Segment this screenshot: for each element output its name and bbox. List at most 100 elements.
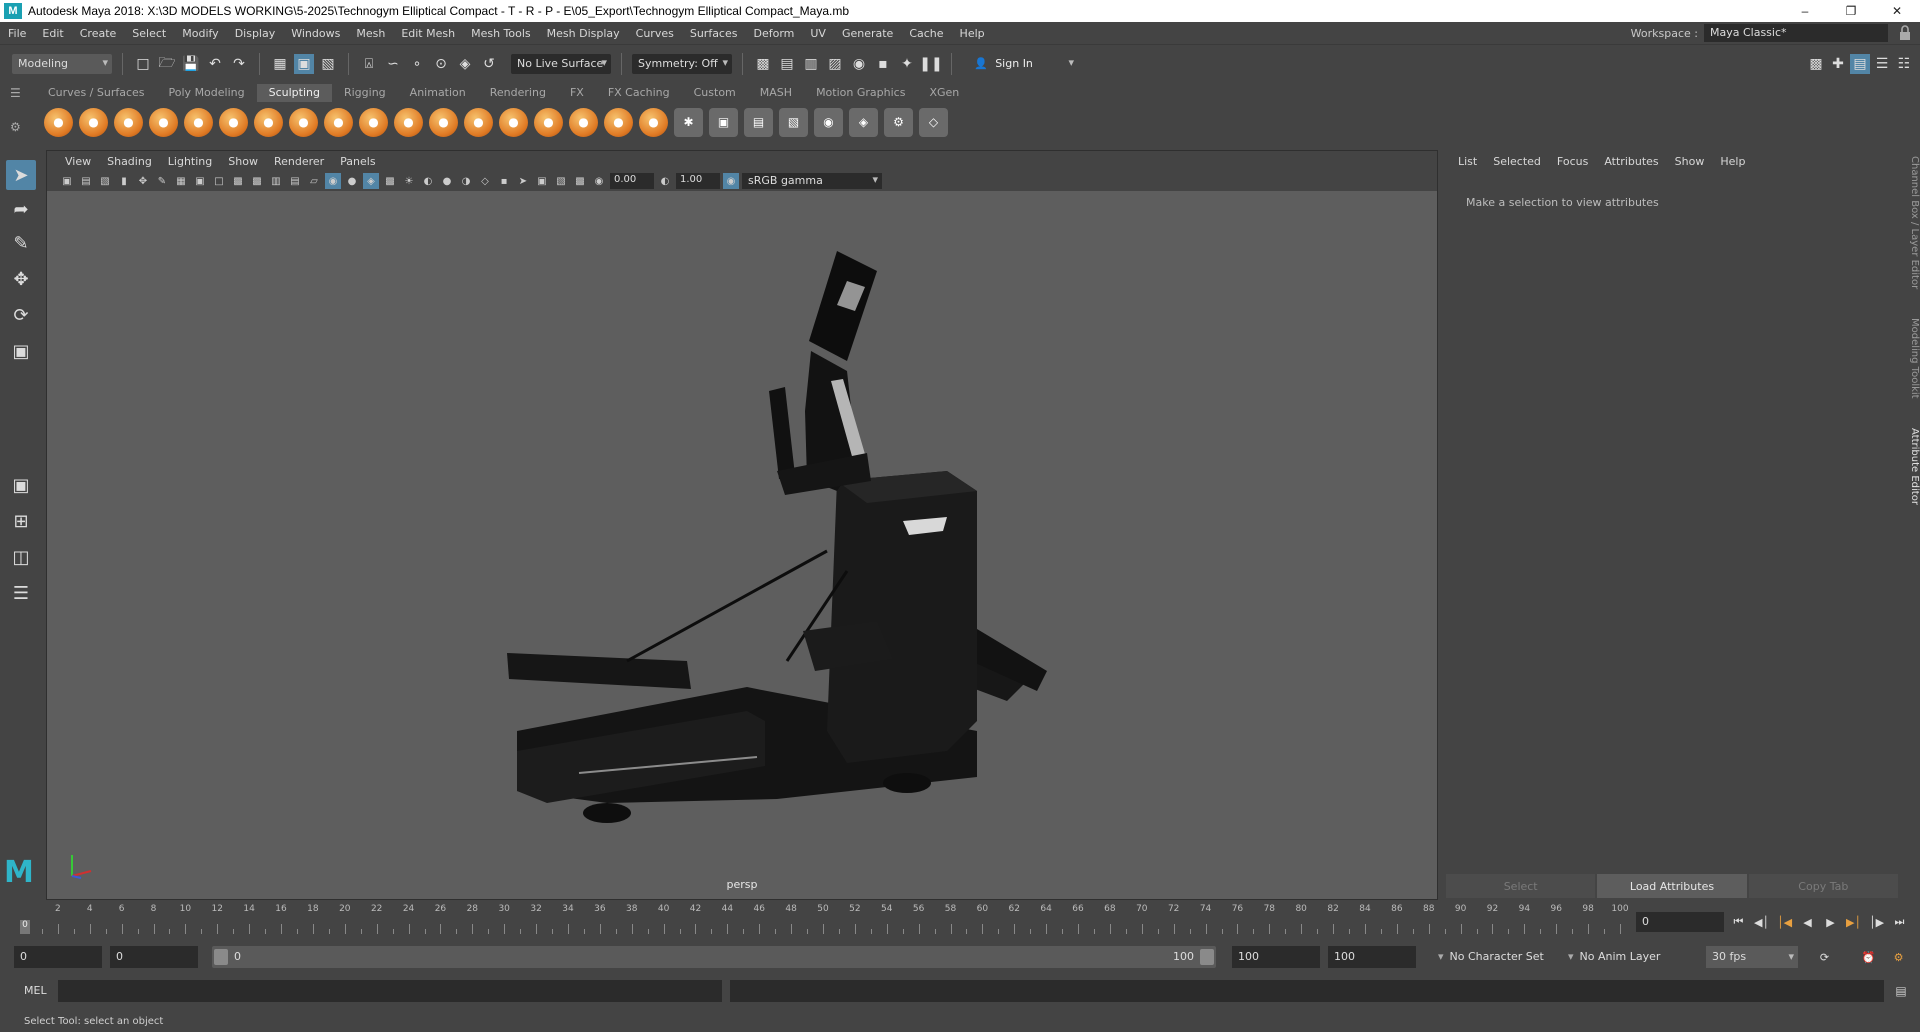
command-input[interactable] <box>58 980 722 1002</box>
ae-menu-list[interactable]: List <box>1450 155 1485 168</box>
anti-aliasing-icon[interactable]: ◇ <box>477 173 493 189</box>
step-back-key-icon[interactable]: ◀│ <box>1751 911 1772 933</box>
scale-tool-icon[interactable]: ▣ <box>6 336 36 366</box>
view-transform-dropdown[interactable]: sRGB gamma <box>742 173 882 189</box>
paint-select-tool-icon[interactable]: ✎ <box>6 228 36 258</box>
smooth-tool-icon[interactable]: ● <box>79 107 108 137</box>
menu-file[interactable]: File <box>0 27 34 40</box>
menu-edit[interactable]: Edit <box>34 27 71 40</box>
shadows-icon[interactable]: ◐ <box>420 173 436 189</box>
menu-surfaces[interactable]: Surfaces <box>682 27 746 40</box>
open-scene-icon[interactable]: 🗁 <box>157 54 177 74</box>
xray-icon[interactable]: ▣ <box>534 173 550 189</box>
script-editor-icon[interactable]: ▤ <box>1892 982 1910 1000</box>
imprint-tool-icon[interactable]: ● <box>359 107 388 137</box>
menuset-dropdown[interactable]: Modeling <box>12 53 112 74</box>
motion-blur-icon[interactable]: ◑ <box>458 173 474 189</box>
sculpt-tool-icon[interactable]: ● <box>44 107 73 137</box>
render-settings-icon[interactable]: ▨ <box>825 54 845 74</box>
freeze-tool-icon[interactable]: ● <box>639 107 668 137</box>
blend-shape-icon[interactable]: ▤ <box>744 107 773 137</box>
new-scene-icon[interactable]: □ <box>133 54 153 74</box>
ae-menu-focus[interactable]: Focus <box>1549 155 1596 168</box>
select-object-icon[interactable]: ▣ <box>294 53 314 74</box>
wireframe-on-shaded-icon[interactable]: ◈ <box>363 173 379 189</box>
menu-windows[interactable]: Windows <box>283 27 348 40</box>
shelf-tab-poly-modeling[interactable]: Poly Modeling <box>157 84 257 102</box>
color-management-icon[interactable]: ◉ <box>723 173 739 189</box>
shelf-tab-custom[interactable]: Custom <box>682 84 748 102</box>
move-tool-icon[interactable]: ✥ <box>6 264 36 294</box>
character-set-dropdown[interactable]: ▾ No Character Set <box>1432 946 1550 968</box>
menu-create[interactable]: Create <box>72 27 125 40</box>
menu-edit-mesh[interactable]: Edit Mesh <box>393 27 463 40</box>
backface-culling-icon[interactable]: ▩ <box>572 173 588 189</box>
smear-tool-icon[interactable]: ● <box>534 107 563 137</box>
grid-icon[interactable]: ▦ <box>173 173 189 189</box>
texture-deformer-icon[interactable]: ◉ <box>814 107 843 137</box>
shelf-tab-motion-graphics[interactable]: Motion Graphics <box>804 84 917 102</box>
undo-icon[interactable]: ↶ <box>205 54 225 74</box>
shelf-tab-curves-surfaces[interactable]: Curves / Surfaces <box>36 84 157 102</box>
safe-action-icon[interactable]: ▥ <box>268 173 284 189</box>
menu-display[interactable]: Display <box>227 27 284 40</box>
shelf-menu-icon[interactable]: ☰ <box>10 86 32 100</box>
menu-curves[interactable]: Curves <box>628 27 682 40</box>
grease-pencil-icon[interactable]: ✎ <box>154 173 170 189</box>
playback-end-field[interactable]: 100 <box>1232 946 1320 968</box>
menu-uv[interactable]: UV <box>802 27 834 40</box>
range-start-handle[interactable] <box>214 949 228 965</box>
restore-button[interactable]: ❐ <box>1828 0 1874 22</box>
current-time-marker[interactable]: 0 <box>20 920 30 934</box>
time-slider-track[interactable]: 2 4 6 8 10 12 14 16 18 20 22 24 26 28 30 32 34 36 38 40 42 44… <box>20 904 1632 936</box>
panel-menu-view[interactable]: View <box>57 155 99 168</box>
menu-cache[interactable]: Cache <box>901 27 951 40</box>
redo-icon[interactable]: ↷ <box>229 54 249 74</box>
pinch-tool-icon[interactable]: ● <box>184 107 213 137</box>
menu-mesh-tools[interactable]: Mesh Tools <box>463 27 539 40</box>
bulge-tool-icon[interactable]: ● <box>569 107 598 137</box>
field-chart-icon[interactable]: ▩ <box>249 173 265 189</box>
shelf-tab-rendering[interactable]: Rendering <box>478 84 558 102</box>
panel-menu-show[interactable]: Show <box>220 155 266 168</box>
sign-in-dropdown[interactable]: 👤 Sign In <box>968 53 1078 74</box>
anim-layer-dropdown[interactable]: ▾ No Anim Layer <box>1562 946 1680 968</box>
save-scene-icon[interactable]: 💾 <box>181 54 201 74</box>
mask-tool-icon[interactable]: ▣ <box>709 107 738 137</box>
symmetry-dropdown[interactable]: Symmetry: Off <box>632 53 732 74</box>
channel-box-icon[interactable]: ☷ <box>1894 54 1914 74</box>
make-live-icon[interactable]: ↺ <box>479 54 499 74</box>
loop-icon[interactable]: ⟳ <box>1814 946 1835 968</box>
repeat-tool-icon[interactable]: ● <box>324 107 353 137</box>
current-frame-field[interactable]: 0 <box>1636 912 1724 932</box>
perspective-viewport[interactable]: persp <box>47 191 1437 899</box>
camera-attributes-icon[interactable]: ▤ <box>78 173 94 189</box>
scrape-tool-icon[interactable]: ● <box>429 107 458 137</box>
single-perspective-layout-icon[interactable]: ▣ <box>6 470 36 500</box>
light-editor-icon[interactable]: ✦ <box>897 54 917 74</box>
select-button[interactable]: Select <box>1446 874 1596 898</box>
panel-menu-renderer[interactable]: Renderer <box>266 155 332 168</box>
menu-deform[interactable]: Deform <box>745 27 802 40</box>
auto-key-icon[interactable]: ⏰ <box>1858 946 1879 968</box>
spray-tool-icon[interactable]: ● <box>289 107 318 137</box>
film-gate-icon[interactable]: ▣ <box>192 173 208 189</box>
snap-point-icon[interactable]: ∘ <box>407 54 427 74</box>
shelf-tab-sculpting[interactable]: Sculpting <box>256 84 332 102</box>
gate-mask-icon[interactable]: ▩ <box>230 173 246 189</box>
script-language-label[interactable]: MEL <box>24 984 47 997</box>
render-sequence-icon[interactable]: ▤ <box>777 54 797 74</box>
workspace-dropdown[interactable]: Maya Classic* <box>1704 24 1888 42</box>
rotate-tool-icon[interactable]: ⟳ <box>6 300 36 330</box>
two-d-pan-zoom-icon[interactable]: ✥ <box>135 173 151 189</box>
panel-menu-lighting[interactable]: Lighting <box>160 155 220 168</box>
image-plane-icon[interactable]: ▮ <box>116 173 132 189</box>
playback-start-field[interactable]: 0 <box>110 946 198 968</box>
render-view-icon[interactable]: ▪ <box>873 54 893 74</box>
four-view-layout-icon[interactable]: ⊞ <box>6 506 36 536</box>
select-camera-icon[interactable]: ▣ <box>59 173 75 189</box>
lasso-tool-icon[interactable]: ➦ <box>6 194 36 224</box>
depth-of-field-icon[interactable]: ▪ <box>496 173 512 189</box>
sculpt-settings-icon[interactable]: ⚙ <box>884 107 913 137</box>
amplify-tool-icon[interactable]: ● <box>604 107 633 137</box>
